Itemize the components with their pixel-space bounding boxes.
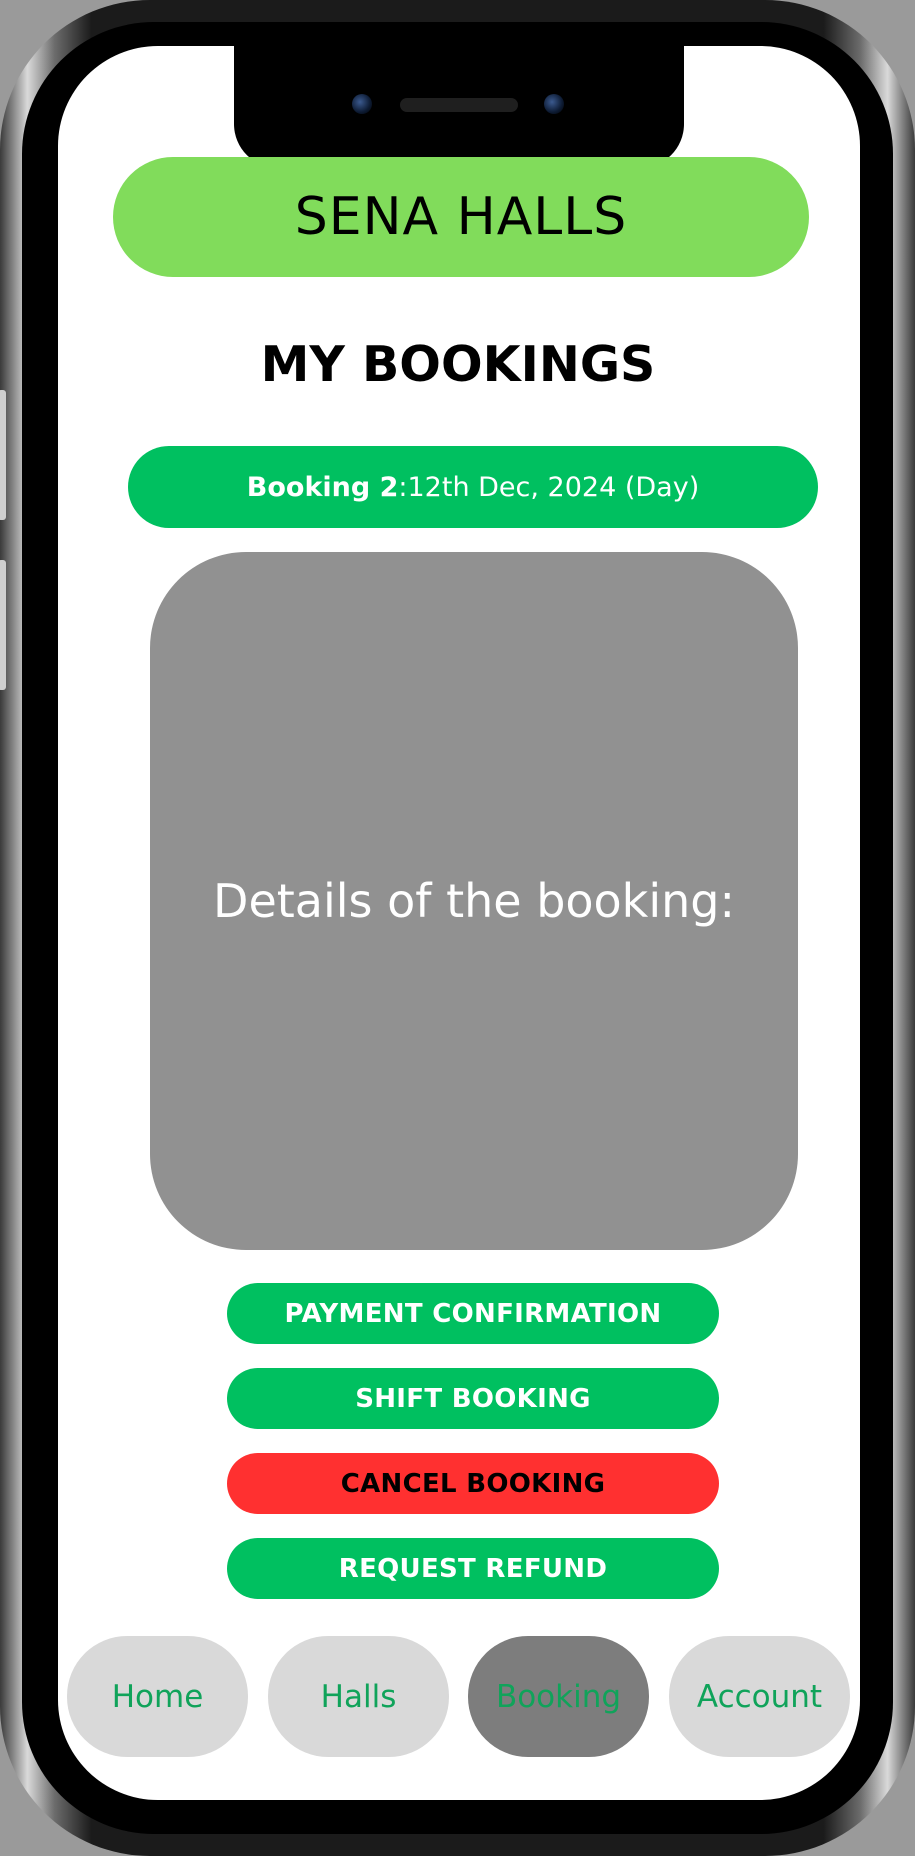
nav-account[interactable]: Account (669, 1636, 850, 1757)
booking-header[interactable]: Booking 2: 12th Dec, 2024 (Day) (128, 446, 818, 528)
page-title: MY BOOKINGS (260, 336, 656, 393)
shift-booking-button[interactable]: SHIFT BOOKING (227, 1368, 719, 1429)
speaker-grille (400, 98, 518, 112)
nav-halls[interactable]: Halls (268, 1636, 449, 1757)
booking-label: Booking 2 (246, 471, 399, 503)
app-brand-banner: SENA HALLS (113, 157, 809, 277)
booking-date: 12th Dec, 2024 (Day) (407, 471, 700, 503)
camera-icon (352, 94, 372, 114)
nav-home[interactable]: Home (67, 1636, 248, 1757)
cancel-booking-button[interactable]: CANCEL BOOKING (227, 1453, 719, 1514)
booking-details-card: Details of the booking: (150, 552, 798, 1250)
request-refund-button[interactable]: REQUEST REFUND (227, 1538, 719, 1599)
nav-booking[interactable]: Booking (468, 1636, 649, 1757)
booking-separator: : (398, 471, 408, 503)
phone-frame: SENA HALLS MY BOOKINGS Booking 2: 12th D… (0, 0, 915, 1856)
phone-side-button (0, 560, 6, 690)
sensor-icon (544, 94, 564, 114)
payment-confirmation-button[interactable]: PAYMENT CONFIRMATION (227, 1283, 719, 1344)
booking-details-heading: Details of the booking: (213, 874, 735, 928)
app-brand-text: SENA HALLS (294, 187, 628, 247)
phone-side-button (0, 390, 6, 520)
phone-screen: SENA HALLS MY BOOKINGS Booking 2: 12th D… (58, 46, 860, 1800)
notch (234, 46, 684, 168)
